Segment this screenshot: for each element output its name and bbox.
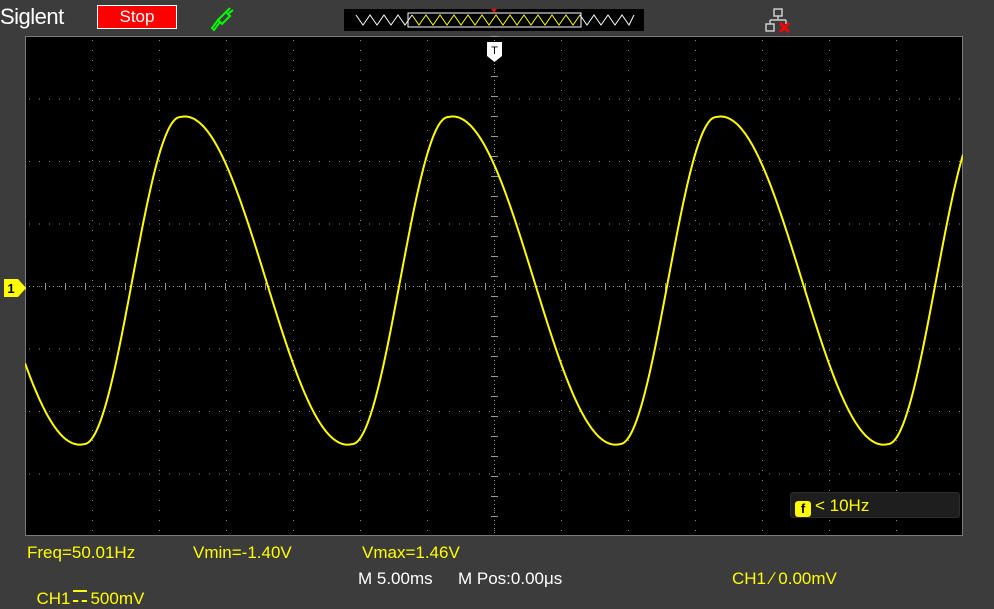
mpos-readout: M Pos:0.00μs <box>458 569 563 588</box>
ch1-waveform <box>25 115 963 446</box>
trigger-frequency-box: f < 10Hz <box>790 492 960 518</box>
waveform-display[interactable] <box>25 36 963 536</box>
ch1-trace <box>25 115 963 446</box>
top-status-bar: Siglent Stop <box>0 0 994 36</box>
dc-coupling-icon <box>73 590 88 602</box>
ch1-ground-marker[interactable]: 1 <box>4 279 26 297</box>
trigger-position-label: T <box>491 45 498 57</box>
ch1-scale-readout: CH1 500mV <box>27 569 144 609</box>
timebase-readout: M 5.00ms <box>358 569 433 588</box>
run-stop-button[interactable]: Stop <box>97 5 177 29</box>
memory-depth-preview <box>344 9 644 31</box>
vmin-measurement: Vmin=-1.40V <box>193 543 292 562</box>
probe-icon <box>210 7 234 32</box>
vmax-measurement: Vmax=1.46V <box>362 543 460 562</box>
trigger-frequency-icon: f <box>795 501 811 517</box>
brand-label: Siglent <box>0 4 64 29</box>
ch1-scale-value: 500mV <box>90 589 145 608</box>
freq-measurement: Freq=50.01Hz <box>27 543 136 562</box>
ch1-ground-label: 1 <box>7 281 14 296</box>
ch1-label: CH1 <box>36 589 71 608</box>
lan-disconnected-icon <box>765 8 791 34</box>
trigger-level-readout: CH1 ∕ 0.00mV <box>732 569 837 588</box>
trigger-position-marker[interactable]: T <box>487 42 502 62</box>
trigger-frequency-value: < 10Hz <box>815 496 870 515</box>
